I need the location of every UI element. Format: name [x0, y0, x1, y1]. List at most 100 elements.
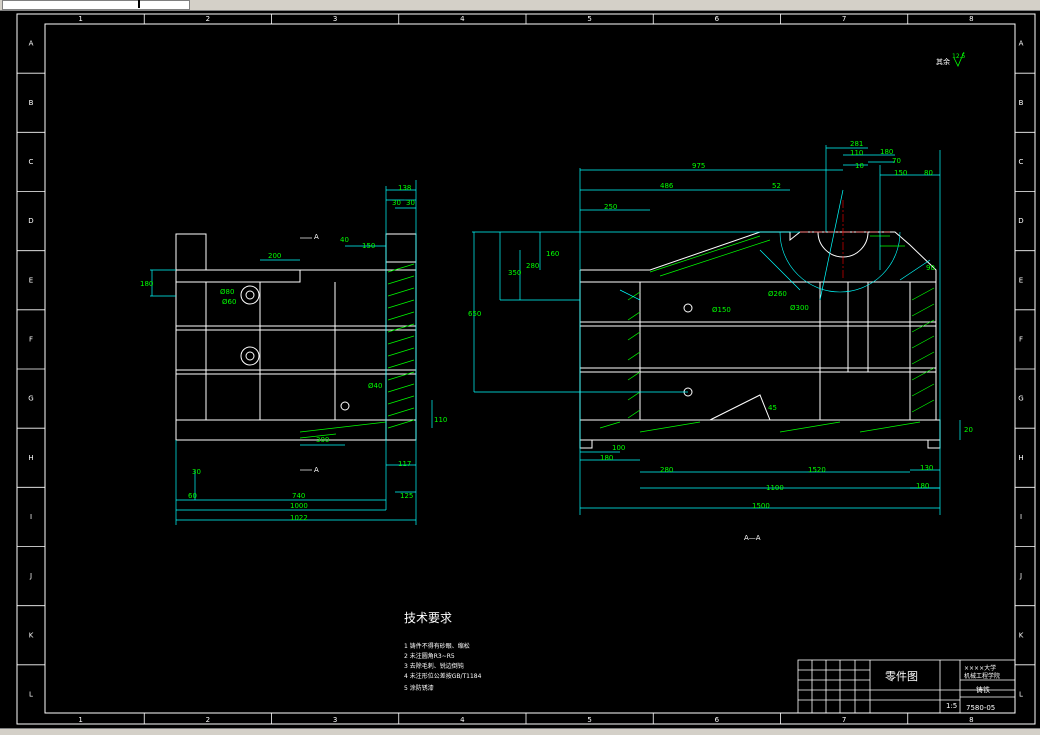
dim-280: 280 — [526, 262, 539, 270]
dim-130: 130 — [920, 464, 933, 472]
left-hatch — [299, 263, 415, 439]
zone-col-label: 1 — [78, 15, 82, 23]
zone-col-label: 5 — [587, 716, 591, 724]
dim-10: 10 — [855, 162, 864, 170]
zone-row-label: F — [1019, 335, 1023, 343]
material: 铸铁 — [976, 685, 990, 694]
dim-20: 20 — [964, 426, 973, 434]
dim-70: 70 — [892, 157, 901, 165]
tech-req-item: 4 未注形位公差按GB/T1184 — [404, 672, 482, 680]
zone-col-label: 3 — [333, 716, 337, 724]
zone-col-label: 3 — [333, 15, 337, 23]
dim-300: 300 — [316, 436, 329, 444]
zone-row-label: J — [1019, 572, 1022, 580]
dim-phi80: Ø80 — [220, 288, 234, 296]
dim-phi300: Ø300 — [790, 304, 809, 312]
zone-row-label: L — [29, 690, 33, 698]
zone-row-label: H — [28, 454, 33, 462]
zone-row-label: F — [29, 335, 33, 343]
dim-280b: 280 — [660, 466, 673, 474]
dim-1520: 1520 — [808, 466, 826, 474]
dim-60: 60 — [188, 492, 197, 500]
dim-80: 80 — [924, 169, 933, 177]
dim-350: 350 — [508, 269, 521, 277]
cad-drawing-canvas[interactable]: 1122334455667788A AB BC CD DE EF FG GH HI IJ JK KL L — [0, 10, 1040, 728]
zone-col-label: 6 — [715, 15, 720, 23]
zone-col-label: 5 — [587, 15, 591, 23]
zone-row-label: B — [29, 99, 34, 107]
zone-row-label: G — [28, 395, 33, 403]
section-caption: A—A — [744, 534, 761, 542]
school-name: ××××大学 — [964, 664, 996, 672]
dim-1100: 1100 — [766, 484, 784, 492]
cursor-marker — [138, 0, 140, 8]
tech-req-item: 3 去除毛刺、锐边倒钝 — [404, 662, 464, 670]
dim-90: 90 — [926, 264, 935, 272]
zone-row-label: K — [1019, 631, 1024, 639]
zone-row-label: D — [1018, 217, 1023, 225]
dim-52: 52 — [772, 182, 781, 190]
zone-row-label: G — [1018, 395, 1023, 403]
dim-1000: 1000 — [290, 502, 308, 510]
dim-281: 281 — [850, 140, 863, 148]
right-hatch — [599, 235, 935, 433]
section-mark-top: A — [314, 233, 319, 241]
zone-col-label: 4 — [460, 716, 465, 724]
zone-col-label: 1 — [78, 716, 82, 724]
zone-col-label: 4 — [460, 15, 465, 23]
tech-req-item: 1 铸件不得有砂眼、缩松 — [404, 642, 470, 650]
tech-req-title: 技术要求 — [404, 611, 452, 625]
dim-30b: 30 — [406, 199, 415, 207]
right-dimension-text: 975 486 250 52 281 180 110 10 70 150 80 … — [468, 140, 973, 542]
title-block-text: 零件图 ××××大学 机械工程学院 铸铁 1:5 7580-05 — [885, 664, 1000, 712]
zone-col-label: 8 — [969, 716, 973, 724]
dim-1500: 1500 — [752, 502, 770, 510]
dim-740: 740 — [292, 492, 305, 500]
dim-40: 40 — [340, 236, 349, 244]
dim-phi40: Ø40 — [368, 382, 382, 390]
dim-180c: 180 — [916, 482, 929, 490]
left-dimension-text: 138 30 30 150 40 200 180 300 110 30 60 7… — [140, 184, 447, 522]
dim-160: 160 — [546, 250, 559, 258]
outer-frame — [16, 13, 1036, 725]
dim-110: 110 — [434, 416, 447, 424]
roughness-label: 其余 — [936, 57, 950, 66]
zone-row-label: I — [30, 513, 32, 521]
dim-180: 180 — [880, 148, 893, 156]
zone-row-label: J — [29, 572, 32, 580]
dim-150: 150 — [894, 169, 907, 177]
zone-row-label: A — [29, 40, 34, 48]
command-field[interactable] — [2, 0, 190, 10]
right-view — [579, 231, 941, 449]
zone-row-label: E — [1019, 276, 1023, 284]
right-center-lines — [800, 200, 890, 280]
dim-30a: 30 — [392, 199, 401, 207]
dim-200: 200 — [268, 252, 281, 260]
dim-110: 110 — [850, 149, 863, 157]
scale: 1:5 — [946, 702, 957, 710]
zone-col-label: 2 — [206, 716, 210, 724]
school-subtitle: 机械工程学院 — [964, 672, 1000, 680]
zone-col-label: 6 — [715, 716, 720, 724]
technical-requirements: 技术要求 1 铸件不得有砂眼、缩松 2 未注圆角R3~R5 3 去除毛刺、锐边倒… — [404, 611, 482, 692]
dim-45: 45 — [768, 404, 777, 412]
zone-col-label: 8 — [969, 15, 973, 23]
zone-row-label: L — [1019, 690, 1023, 698]
tech-req-item: 2 未注圆角R3~R5 — [404, 652, 455, 660]
dim-180: 180 — [140, 280, 153, 288]
dim-180b: 180 — [600, 454, 613, 462]
drawing-number: 7580-05 — [966, 704, 995, 712]
zone-row-label: A — [1019, 40, 1024, 48]
dim-phi260: Ø260 — [768, 290, 787, 298]
dim-117: 117 — [398, 460, 411, 468]
section-mark-bottom: A — [314, 466, 319, 474]
roughness-note: 其余 12.5 — [936, 51, 966, 67]
zone-row-label: C — [29, 158, 34, 166]
dim-486: 486 — [660, 182, 674, 190]
dim-975: 975 — [692, 162, 705, 170]
zone-row-label: D — [28, 217, 33, 225]
dim-125: 125 — [400, 492, 413, 500]
right-dimension-lines — [472, 145, 961, 515]
dim-30c: 30 — [192, 468, 201, 476]
part-label: 零件图 — [885, 670, 918, 683]
